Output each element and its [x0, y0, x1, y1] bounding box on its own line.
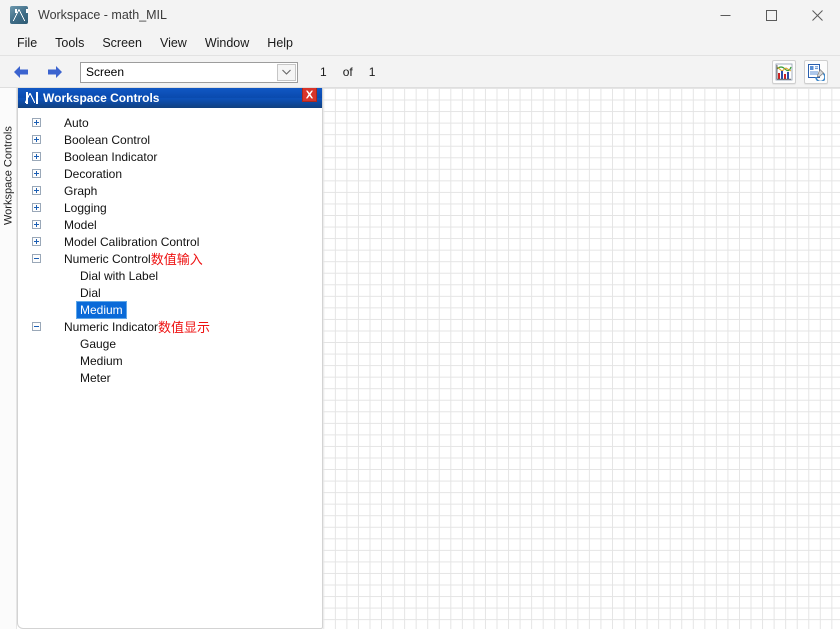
tree-item-label: Decoration [64, 166, 123, 181]
tree-item[interactable]: Medium [18, 352, 322, 369]
workspace-controls-icon [24, 92, 38, 104]
tree-item[interactable]: Dial with Label [18, 267, 322, 284]
panel-title: Workspace Controls [43, 91, 160, 105]
tree-item[interactable]: Graph [18, 182, 322, 199]
back-button[interactable] [8, 61, 34, 83]
tree-item-label: Graph [64, 183, 98, 198]
minimize-button[interactable] [702, 0, 748, 30]
tree-item-label: Model [64, 217, 97, 232]
tree-item-label: Auto [64, 115, 89, 130]
expand-icon[interactable] [32, 118, 41, 127]
workspace-controls-panel: Workspace Controls Auto Boolean Control Bo… [17, 88, 323, 629]
title-bar: Workspace - math_MIL [0, 0, 840, 30]
tree-item[interactable]: Numeric Control 数值输入 [18, 250, 322, 268]
forward-button[interactable] [42, 61, 68, 83]
expand-icon[interactable] [32, 135, 41, 144]
chart-tool-button[interactable] [772, 60, 796, 84]
tree-item[interactable]: Dial [18, 284, 322, 301]
tree-item[interactable]: Model Calibration Control [18, 233, 322, 250]
tree-item-label: Dial [80, 285, 101, 300]
screen-select-value: Screen [86, 65, 125, 79]
page-total: 1 [368, 65, 376, 79]
arrow-left-icon [14, 66, 28, 78]
tree-item[interactable]: Numeric Indicator 数值显示 [18, 318, 322, 336]
page-of-label: of [342, 65, 353, 79]
panel-close-button[interactable] [302, 88, 317, 102]
tree-item-label: Medium [76, 300, 127, 319]
tree-item[interactable]: Meter [18, 369, 322, 386]
dock-tab-strip: Workspace Controls [0, 88, 17, 629]
page-current: 1 [320, 65, 327, 79]
tree-item-label: Gauge [80, 336, 117, 351]
tree-item-label: Meter [80, 370, 111, 385]
panel-close-icon [305, 90, 314, 99]
tree-item[interactable]: Logging [18, 199, 322, 216]
menu-item-help[interactable]: Help [258, 33, 302, 53]
tree-item[interactable]: Decoration [18, 165, 322, 182]
tree-item-label: Model Calibration Control [64, 234, 200, 249]
screen-select[interactable]: Screen [80, 61, 298, 83]
window-controls [702, 0, 840, 30]
controls-tree[interactable]: Auto Boolean Control Boolean Indicator Deco… [18, 108, 322, 386]
document-edit-icon [808, 64, 825, 81]
menu-item-file[interactable]: File [8, 33, 46, 53]
page-indicator: 1 of 1 [320, 65, 375, 79]
toolbar: Screen 1 of 1 [0, 57, 840, 88]
chevron-down-icon[interactable] [277, 63, 296, 81]
tree-item-label: Dial with Label [80, 268, 159, 283]
expand-icon[interactable] [32, 237, 41, 246]
tree-item-label: Numeric Control [64, 251, 151, 266]
expand-icon[interactable] [32, 186, 41, 195]
close-button[interactable] [794, 0, 840, 30]
expand-icon[interactable] [32, 169, 41, 178]
tree-item[interactable]: Medium [18, 300, 322, 319]
tree-item-label: Medium [80, 353, 123, 368]
chart-icon [775, 63, 793, 81]
tree-item-label: Boolean Control [64, 132, 151, 147]
tree-item-label: Numeric Indicator [64, 319, 159, 334]
tree-item-label: Logging [64, 200, 107, 215]
window-title: Workspace - math_MIL [38, 8, 167, 22]
menu-item-window[interactable]: Window [196, 33, 258, 53]
toolbar-buttons [772, 60, 840, 84]
expand-icon[interactable] [32, 203, 41, 212]
menu-item-tools[interactable]: Tools [46, 33, 93, 53]
application-window: Workspace - math_MIL File Tools Screen V… [0, 0, 840, 629]
menu-item-screen[interactable]: Screen [93, 33, 151, 53]
tree-item-annotation: 数值输入 [150, 253, 203, 268]
tree-item[interactable]: Boolean Control [18, 131, 322, 148]
arrow-right-icon [48, 66, 62, 78]
maximize-button[interactable] [748, 0, 794, 30]
tree-item[interactable]: Auto [18, 114, 322, 131]
menu-bar: File Tools Screen View Window Help [0, 30, 840, 56]
collapse-icon[interactable] [32, 322, 41, 331]
panel-header: Workspace Controls [18, 88, 322, 108]
tree-item[interactable]: Boolean Indicator [18, 148, 322, 165]
tree-item-annotation: 数值显示 [158, 321, 211, 336]
expand-icon[interactable] [32, 152, 41, 161]
report-tool-button[interactable] [804, 60, 828, 84]
tree-item-label: Boolean Indicator [64, 149, 158, 164]
tree-item[interactable]: Model [18, 216, 322, 233]
menu-item-view[interactable]: View [151, 33, 196, 53]
dock-tab-workspace-controls[interactable]: Workspace Controls [0, 96, 17, 256]
tree-item[interactable]: Gauge [18, 335, 322, 352]
collapse-icon[interactable] [32, 254, 41, 263]
app-logo-icon [10, 6, 28, 24]
expand-icon[interactable] [32, 220, 41, 229]
